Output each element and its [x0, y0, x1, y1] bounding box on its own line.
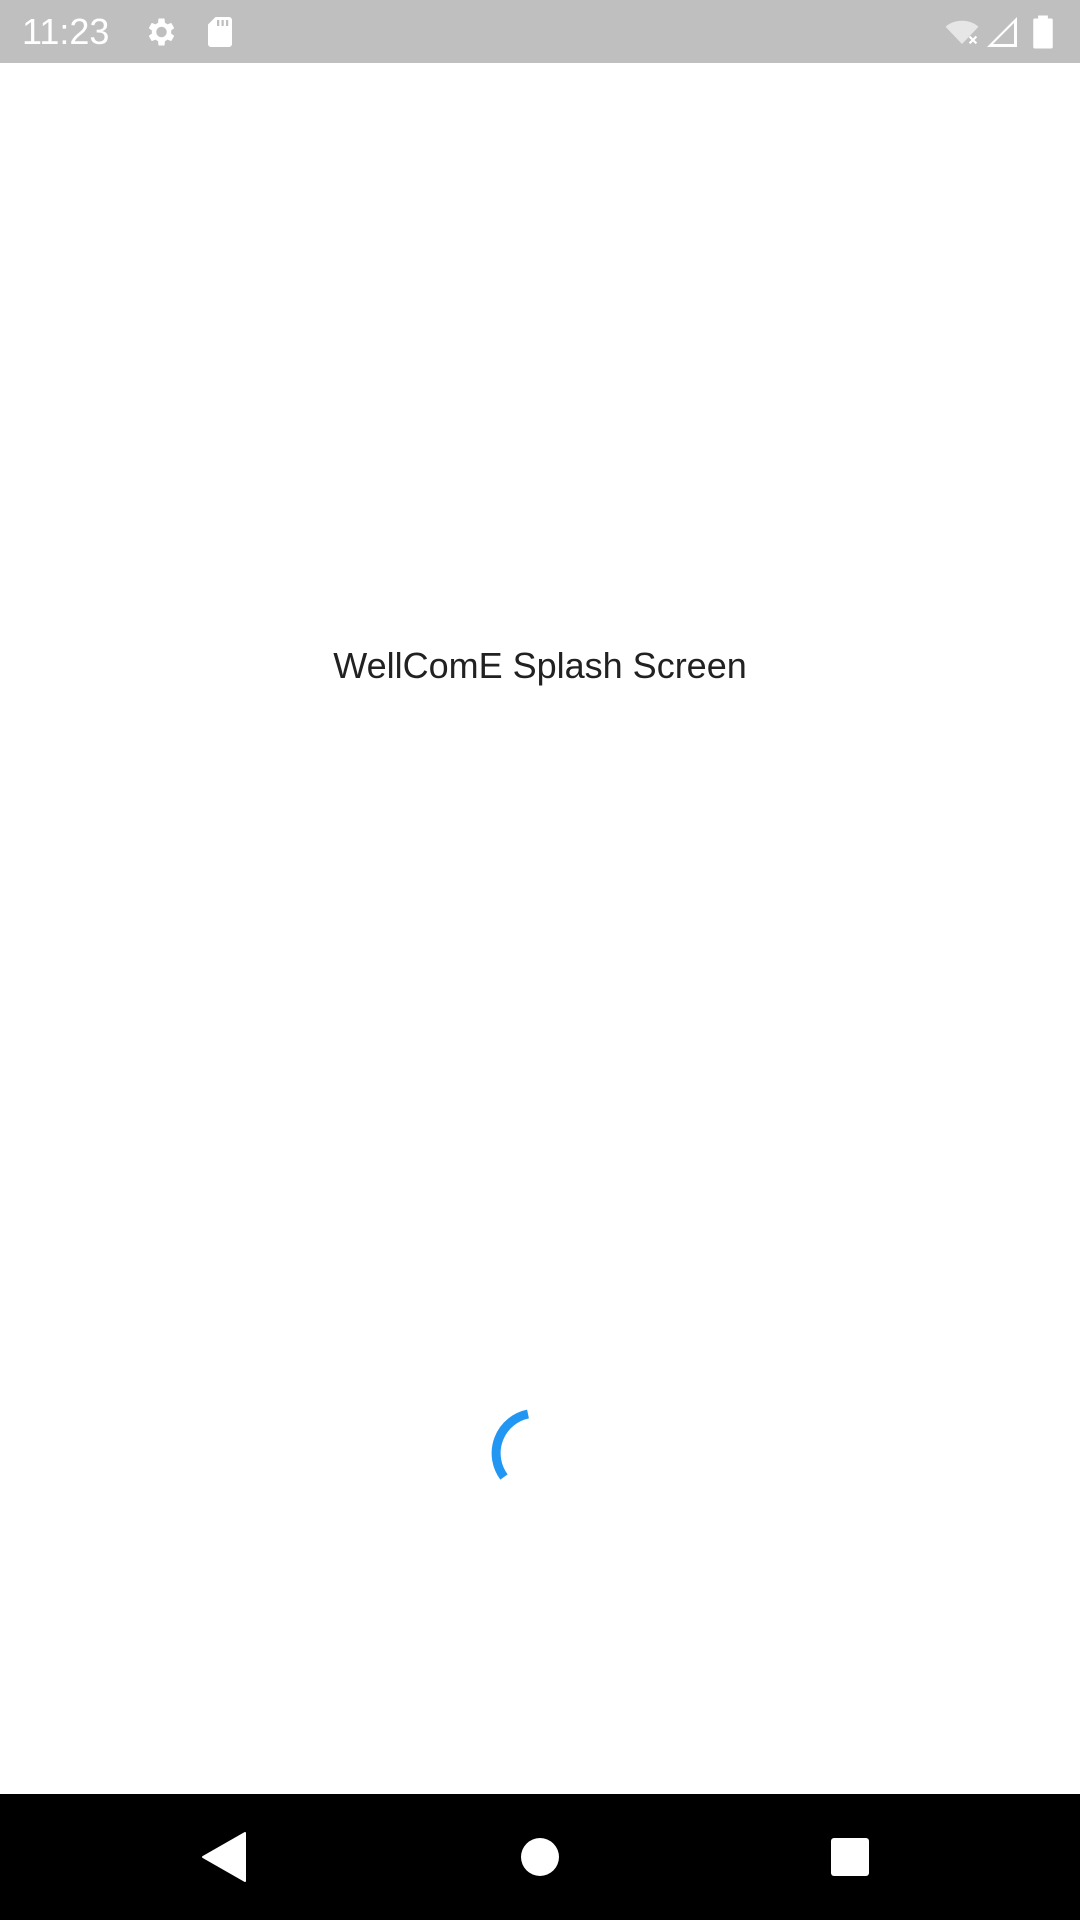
settings-icon	[142, 14, 178, 50]
cell-signal-icon	[984, 14, 1020, 50]
battery-icon	[1030, 14, 1056, 50]
status-bar: 11:23	[0, 0, 1080, 63]
status-time: 11:23	[22, 11, 110, 52]
wifi-off-icon	[944, 14, 980, 50]
splash-content: WellComE Splash Screen	[0, 63, 1080, 1794]
splash-title: WellComE Splash Screen	[333, 645, 747, 686]
sd-card-icon	[202, 14, 238, 50]
navigation-bar	[0, 1794, 1080, 1920]
back-icon[interactable]	[195, 1827, 255, 1887]
home-icon[interactable]	[510, 1827, 570, 1887]
recents-icon[interactable]	[820, 1827, 880, 1887]
loading-spinner	[480, 1393, 600, 1513]
splash-screen: 11:23 WellComE Splash Screen	[0, 0, 1080, 1920]
